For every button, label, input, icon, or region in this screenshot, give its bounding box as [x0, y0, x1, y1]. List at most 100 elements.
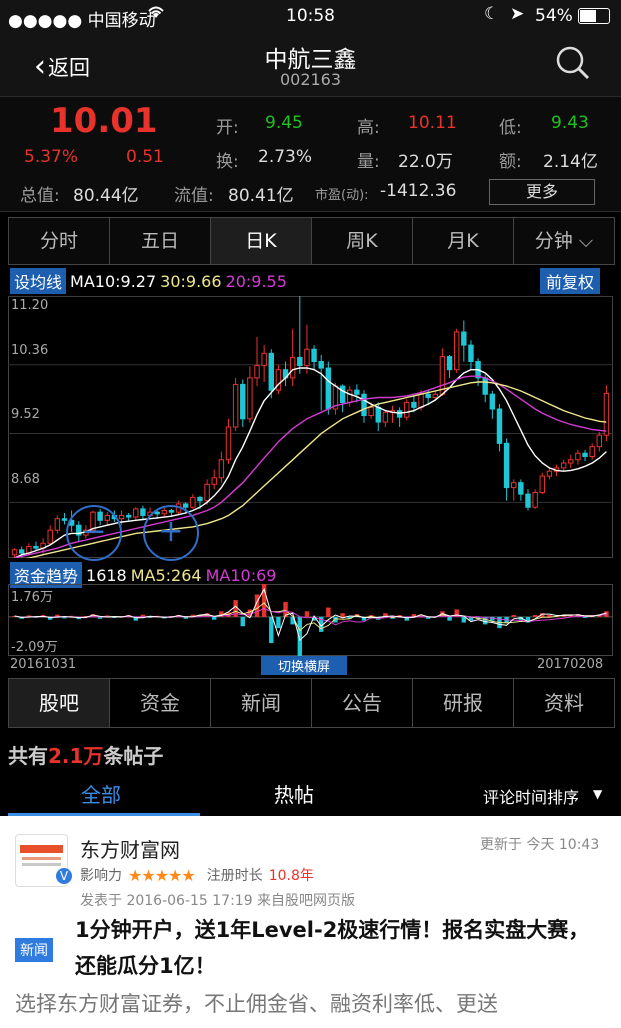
tab-five-day[interactable]: 五日	[110, 218, 211, 264]
candle	[404, 401, 410, 418]
candle	[182, 503, 189, 508]
turnover-value: 2.73%	[258, 147, 313, 167]
candle	[247, 377, 253, 420]
battery-icon	[578, 8, 610, 24]
candle	[496, 408, 503, 444]
fund-bar	[276, 616, 281, 629]
float-value: 80.41亿	[228, 186, 294, 206]
influence-label: 影响力	[80, 868, 122, 884]
high-label: 高:	[357, 118, 380, 138]
candle	[240, 383, 246, 420]
tab-weekly-k[interactable]: 周K	[312, 218, 413, 264]
mktcap-label: 总值:	[20, 186, 60, 206]
candle	[418, 393, 424, 408]
candle	[197, 496, 203, 502]
tab-daily-k[interactable]: 日K	[211, 218, 312, 264]
candle	[225, 426, 232, 461]
location-icon: ➤	[510, 4, 525, 24]
candle	[190, 496, 196, 508]
candle	[568, 459, 574, 464]
tab-intraday[interactable]: 分时	[9, 218, 110, 264]
y-tick-label: 11.20	[11, 298, 49, 313]
open-label: 开:	[216, 118, 239, 138]
tab-news[interactable]: 新闻	[211, 679, 312, 727]
volume-label: 量:	[357, 152, 380, 172]
author-name[interactable]: 东方财富网	[80, 834, 180, 863]
more-button[interactable]: 更多	[489, 179, 595, 205]
candle	[18, 549, 25, 554]
fund-y-tick: -2.09万	[11, 640, 58, 655]
post-card[interactable]: V 东方财富网 更新于 今天 10:43 影响力 ★★★★★ 注册时长 10.8…	[0, 816, 621, 1028]
candle	[432, 393, 439, 399]
fund-bar	[240, 616, 245, 627]
candle	[339, 385, 346, 403]
candle	[603, 392, 610, 436]
fund-bar	[447, 616, 452, 621]
updated-time: 更新于 今天 10:43	[480, 837, 600, 853]
page-title: 中航三鑫	[264, 47, 357, 73]
y-tick-label: 9.52	[11, 407, 40, 422]
candle	[347, 389, 353, 403]
nav-bar: ‹ 返回 中航三鑫 002163	[0, 32, 621, 96]
open-value: 9.45	[265, 113, 303, 133]
fund-line	[14, 587, 607, 642]
tab-funds[interactable]: 资金	[110, 679, 211, 727]
zoom-in-icon[interactable]: +	[143, 505, 199, 561]
tab-profile[interactable]: 资料	[514, 679, 614, 727]
adjust-button[interactable]: 前复权	[540, 268, 601, 294]
candle	[482, 377, 488, 395]
candle	[560, 462, 567, 469]
fund-bar	[511, 615, 516, 617]
tab-all-posts[interactable]: 全部	[81, 779, 121, 808]
candle	[539, 475, 545, 493]
fund-trend-chart[interactable]	[8, 584, 613, 656]
x-end-label: 20170208	[537, 657, 604, 672]
search-icon[interactable]	[554, 44, 592, 86]
candle	[503, 442, 510, 489]
candle	[525, 493, 531, 508]
fund-bar	[604, 611, 609, 617]
zoom-out-icon[interactable]: −	[66, 505, 122, 561]
ma30-label: 30:9.66	[160, 271, 222, 291]
reg-value: 10.8年	[268, 868, 314, 884]
tab-research[interactable]: 研报	[413, 679, 514, 727]
candle	[11, 549, 18, 556]
set-ma-button[interactable]: 设均线	[10, 268, 67, 294]
candle	[375, 406, 381, 423]
candle	[511, 482, 517, 489]
post-excerpt: 选择东方财富证券，不止佣金省、融资利率低、更送	[15, 992, 498, 1016]
status-bar: ●●●●● 中国移动 10:58 ☾ ➤ 54%	[0, 0, 621, 32]
fund-bar	[304, 611, 310, 617]
fund-bar	[326, 607, 331, 617]
fund-bar	[532, 615, 538, 617]
candle	[425, 393, 431, 399]
post-count-prefix: 共有	[8, 744, 48, 768]
tab-monthly-k[interactable]: 月K	[413, 218, 514, 264]
clock: 10:58	[286, 6, 335, 26]
caret-down-icon: ▼	[593, 787, 603, 801]
amount-value: 2.14亿	[543, 152, 598, 172]
candle	[354, 389, 360, 395]
candle	[61, 518, 68, 521]
candle	[118, 514, 125, 520]
switch-landscape-button[interactable]: 切换横屏	[261, 656, 348, 675]
post-title[interactable]: 1分钟开户，送1年Level-2极速行情！报名实盘大赛，还能瓜分1亿！	[75, 912, 605, 984]
news-badge: 新闻	[15, 938, 53, 962]
fund-ma10: MA10:69	[205, 565, 277, 585]
candle	[33, 546, 39, 549]
y-tick-label: 8.68	[11, 472, 40, 487]
tab-forum[interactable]: 股吧	[9, 679, 110, 727]
sort-dropdown[interactable]: 评论时间排序 ▼	[483, 784, 602, 808]
candle	[47, 529, 53, 544]
pe-label: 市盈(动):	[315, 188, 369, 203]
quote-panel: 10.01 5.37% 0.51 开: 9.45 高: 10.11 低: 9.4…	[0, 96, 621, 212]
tab-hot-posts[interactable]: 热帖	[274, 779, 314, 808]
candle	[575, 452, 581, 461]
fund-bar	[212, 616, 217, 620]
tab-announcements[interactable]: 公告	[312, 679, 413, 727]
tab-minute[interactable]: 分钟 ⌵	[514, 218, 614, 264]
candle	[125, 514, 132, 518]
candle	[232, 383, 239, 428]
author-meta: 影响力 ★★★★★ 注册时长 10.8年	[80, 865, 314, 885]
sort-label: 评论时间排序	[483, 788, 580, 807]
